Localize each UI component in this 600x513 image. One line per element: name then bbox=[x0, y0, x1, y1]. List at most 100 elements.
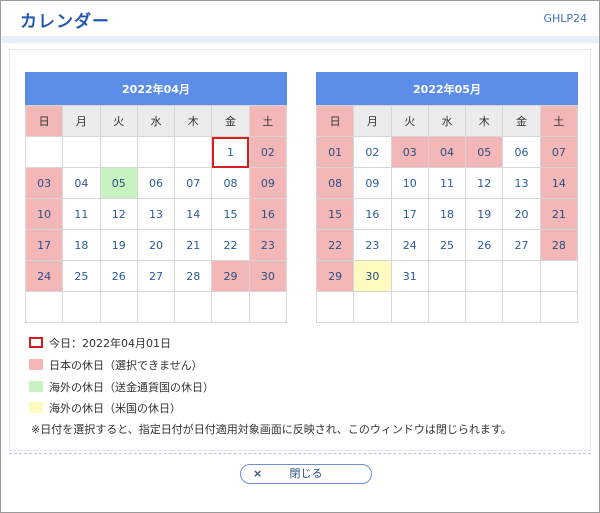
week-row: 15 16 17 18 19 20 21 bbox=[315, 198, 579, 230]
day-cell[interactable]: 14 bbox=[174, 198, 213, 230]
day-cell: 30 bbox=[248, 260, 288, 292]
day-cell[interactable]: 25 bbox=[62, 260, 101, 292]
legend-today-label: 今日：2022年04月01日 bbox=[49, 337, 171, 350]
legend-us-holiday: 海外の休日（米国の休日） bbox=[29, 400, 181, 416]
empty-cell bbox=[427, 291, 467, 323]
day-cell[interactable]: 06 bbox=[502, 136, 541, 168]
day-cell[interactable]: 31 bbox=[390, 260, 429, 292]
day-cell: 03 bbox=[24, 167, 64, 199]
day-cell[interactable]: 20 bbox=[502, 198, 541, 230]
day-cell[interactable]: 13 bbox=[502, 167, 541, 199]
day-cell[interactable]: 24 bbox=[390, 229, 429, 261]
day-cell[interactable]: 25 bbox=[427, 229, 467, 261]
day-cell: 21 bbox=[539, 198, 579, 230]
weekday-header: 水 bbox=[427, 105, 467, 137]
calendar-grid: 日月火水木金土 01 02 03 04 05 06 07 08 09 10 11 12 13 14 15 16… bbox=[315, 105, 579, 323]
weekday-header: 土 bbox=[248, 105, 288, 137]
day-cell[interactable]: 13 bbox=[136, 198, 176, 230]
day-cell[interactable]: 04 bbox=[62, 167, 101, 199]
day-cell[interactable]: 22 bbox=[211, 229, 250, 261]
day-cell[interactable]: 27 bbox=[502, 229, 541, 261]
day-cell: 01 bbox=[315, 136, 355, 168]
day-cell[interactable]: 19 bbox=[99, 229, 138, 261]
week-row bbox=[315, 291, 579, 323]
week-row: 10 11 12 13 14 15 16 bbox=[24, 198, 288, 230]
day-cell: 05 bbox=[465, 136, 504, 168]
calendar-grid: 日月火水木金土 1 02 03 04 05 06 07 08 09 10 11 12 13 14 15 16 1… bbox=[24, 105, 288, 323]
day-cell: 29 bbox=[315, 260, 355, 292]
day-cell[interactable]: 23 bbox=[353, 229, 392, 261]
empty-cell bbox=[174, 291, 213, 323]
day-cell: 09 bbox=[248, 167, 288, 199]
legend-us-label: 海外の休日（米国の休日） bbox=[49, 402, 181, 415]
empty-cell bbox=[136, 291, 176, 323]
day-cell[interactable]: 09 bbox=[353, 167, 392, 199]
day-cell[interactable]: 10 bbox=[390, 167, 429, 199]
day-cell[interactable]: 07 bbox=[174, 167, 213, 199]
screen-code: GHLP24 bbox=[543, 12, 587, 25]
legend-jp-label: 日本の休日（選択できません） bbox=[49, 359, 203, 372]
day-cell[interactable]: 30 bbox=[353, 260, 392, 292]
month-header: 2022年05月 bbox=[316, 72, 578, 105]
day-cell[interactable]: 15 bbox=[211, 198, 250, 230]
close-icon: × bbox=[253, 467, 263, 480]
week-row bbox=[24, 291, 288, 323]
empty-cell bbox=[465, 260, 504, 292]
day-cell[interactable]: 16 bbox=[353, 198, 392, 230]
day-cell: 24 bbox=[24, 260, 64, 292]
empty-cell bbox=[62, 136, 101, 168]
calendar-window: カレンダー GHLP24 2022年04月 日月火水木金土 1 02 03 04 05 0… bbox=[0, 0, 600, 513]
empty-cell bbox=[99, 291, 138, 323]
day-cell: 15 bbox=[315, 198, 355, 230]
day-cell[interactable]: 06 bbox=[136, 167, 176, 199]
legend-today: 今日：2022年04月01日 bbox=[29, 335, 171, 351]
day-cell[interactable]: 27 bbox=[136, 260, 176, 292]
day-cell[interactable]: 20 bbox=[136, 229, 176, 261]
day-cell: 08 bbox=[315, 167, 355, 199]
empty-cell bbox=[539, 260, 579, 292]
empty-cell bbox=[390, 291, 429, 323]
day-cell[interactable]: 05 bbox=[99, 167, 138, 199]
week-row: 01 02 03 04 05 06 07 bbox=[315, 136, 579, 168]
day-cell[interactable]: 26 bbox=[99, 260, 138, 292]
weekday-header: 木 bbox=[174, 105, 213, 137]
day-cell[interactable]: 28 bbox=[174, 260, 213, 292]
footer-divider bbox=[9, 453, 591, 454]
day-cell[interactable]: 18 bbox=[427, 198, 467, 230]
day-cell[interactable]: 17 bbox=[390, 198, 429, 230]
empty-cell bbox=[353, 291, 392, 323]
weekday-header: 日 bbox=[315, 105, 355, 137]
empty-cell bbox=[62, 291, 101, 323]
legend-overseas-label: 海外の休日（送金通貨国の休日） bbox=[49, 381, 214, 394]
today-swatch bbox=[29, 337, 43, 348]
day-cell[interactable]: 11 bbox=[427, 167, 467, 199]
weekday-header: 月 bbox=[353, 105, 392, 137]
day-cell[interactable]: 21 bbox=[174, 229, 213, 261]
day-cell[interactable]: 1 bbox=[211, 136, 250, 168]
week-row: 24 25 26 27 28 29 30 bbox=[24, 260, 288, 292]
day-cell[interactable]: 11 bbox=[62, 198, 101, 230]
calendar-may: 2022年05月 日月火水木金土 01 02 03 04 05 06 07 08 09 10 11 1… bbox=[315, 72, 579, 323]
legend-jp-holiday: 日本の休日（選択できません） bbox=[29, 357, 203, 373]
day-cell[interactable]: 18 bbox=[62, 229, 101, 261]
day-cell: 22 bbox=[315, 229, 355, 261]
day-cell: 07 bbox=[539, 136, 579, 168]
day-cell[interactable]: 19 bbox=[465, 198, 504, 230]
day-cell[interactable]: 02 bbox=[353, 136, 392, 168]
day-cell[interactable]: 26 bbox=[465, 229, 504, 261]
empty-cell bbox=[24, 136, 64, 168]
close-button-label: 閉じる bbox=[289, 467, 323, 480]
day-cell[interactable]: 12 bbox=[99, 198, 138, 230]
day-cell[interactable]: 08 bbox=[211, 167, 250, 199]
day-cell[interactable]: 12 bbox=[465, 167, 504, 199]
jp-holiday-swatch bbox=[29, 359, 43, 370]
weekday-header: 火 bbox=[99, 105, 138, 137]
weekday-header: 月 bbox=[62, 105, 101, 137]
empty-cell bbox=[315, 291, 355, 323]
empty-cell bbox=[248, 291, 288, 323]
overseas-holiday-swatch bbox=[29, 381, 43, 392]
us-holiday-swatch bbox=[29, 402, 43, 413]
month-header: 2022年04月 bbox=[25, 72, 287, 105]
close-button[interactable]: × 閉じる bbox=[240, 464, 372, 484]
day-cell: 29 bbox=[211, 260, 250, 292]
